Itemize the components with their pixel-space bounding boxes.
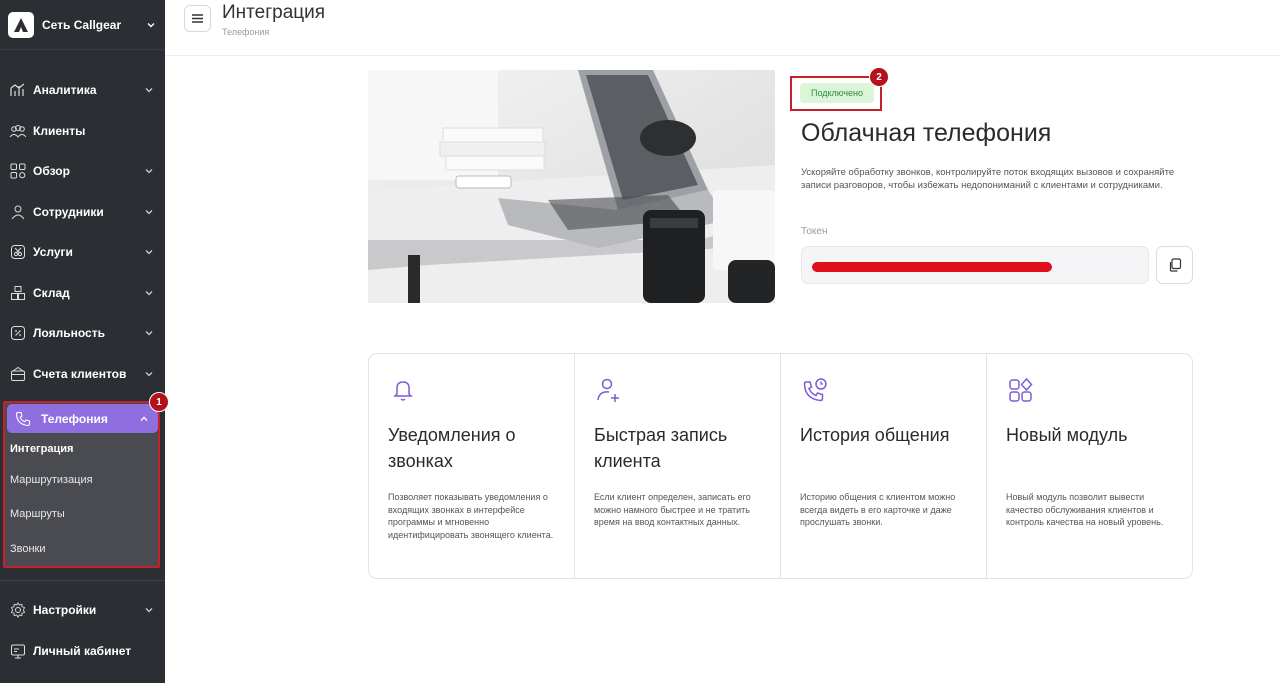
sidebar-subitem-integration[interactable]: Интеграция	[10, 443, 73, 455]
account-icon	[9, 642, 27, 660]
sidebar-item-label: Телефония	[41, 411, 108, 426]
sidebar-item-analytics[interactable]: Аналитика	[0, 70, 165, 111]
sidebar-item-services[interactable]: Услуги	[0, 232, 165, 273]
sidebar-divider	[0, 580, 165, 581]
employees-icon	[9, 203, 27, 221]
annotation-badge: 2	[869, 67, 889, 87]
sidebar: Сеть Callgear Аналитика Клиенты Обзор Со…	[0, 0, 169, 683]
sidebar-item-clients[interactable]: Клиенты	[0, 111, 165, 152]
sidebar-nav: Аналитика Клиенты Обзор Сотрудники Услуг…	[0, 50, 165, 394]
sidebar-subitem-calls[interactable]: Звонки	[10, 543, 46, 555]
token-label: Токен	[801, 226, 828, 237]
breadcrumb[interactable]: Телефония	[222, 27, 269, 37]
phone-icon	[15, 410, 33, 428]
sidebar-item-label: Обзор	[33, 164, 70, 179]
services-icon	[9, 243, 27, 261]
header-divider	[165, 55, 1280, 56]
brand-switcher[interactable]: Сеть Callgear	[0, 0, 165, 50]
hamburger-icon	[192, 14, 203, 23]
token-redaction	[812, 262, 1052, 272]
sidebar-item-label: Счета клиентов	[33, 366, 127, 381]
chevron-down-icon	[143, 368, 155, 380]
features-panel: Уведомления о звонках Позволяет показыва…	[368, 353, 1193, 579]
sidebar-item-label: Аналитика	[33, 83, 97, 98]
sidebar-item-label: Услуги	[33, 245, 73, 260]
copy-token-button[interactable]	[1156, 246, 1193, 284]
chevron-down-icon	[145, 19, 157, 31]
feature-card: Уведомления о звонках Позволяет показыва…	[369, 354, 575, 578]
sidebar-item-label: Настройки	[33, 603, 97, 618]
feature-card: Быстрая запись клиента Если клиент опред…	[575, 354, 781, 578]
sidebar-item-telephony[interactable]: Телефония	[7, 404, 158, 433]
sidebar-item-label: Личный кабинет	[33, 644, 132, 659]
feature-card: История общения Историю общения с клиент…	[781, 354, 987, 578]
sidebar-item-label: Лояльность	[33, 326, 105, 341]
chevron-down-icon	[143, 604, 155, 616]
sidebar-subitem-routing[interactable]: Маршрутизация	[10, 474, 93, 486]
feature-description: Если клиент определен, записать его можн…	[594, 492, 751, 527]
warehouse-icon	[9, 284, 27, 302]
overview-icon	[9, 162, 27, 180]
sidebar-item-settings[interactable]: Настройки	[0, 590, 165, 631]
sidebar-item-client-accounts[interactable]: Счета клиентов	[0, 354, 165, 395]
brand-name: Сеть Callgear	[42, 17, 122, 32]
status-badge: Подключено	[800, 83, 874, 103]
logo-icon	[8, 11, 34, 38]
chevron-down-icon	[143, 287, 155, 299]
analytics-icon	[9, 81, 27, 99]
client-accounts-icon	[9, 365, 27, 383]
clients-icon	[9, 122, 27, 140]
chevron-down-icon	[143, 327, 155, 339]
loyalty-icon	[9, 324, 27, 342]
chevron-down-icon	[143, 165, 155, 177]
sidebar-item-overview[interactable]: Обзор	[0, 151, 165, 192]
integration-hero-image	[368, 70, 775, 303]
sidebar-item-employees[interactable]: Сотрудники	[0, 192, 165, 233]
bell-icon	[389, 376, 417, 404]
chevron-up-icon	[138, 413, 150, 425]
sidebar-item-label: Сотрудники	[33, 204, 104, 219]
integration-description: Ускоряйте обработку звонков, контролируй…	[801, 167, 1175, 191]
annotation-badge: 1	[149, 392, 169, 412]
sidebar-item-warehouse[interactable]: Склад	[0, 273, 165, 314]
sidebar-item-label: Клиенты	[33, 123, 86, 138]
feature-card: Новый модуль Новый модуль позволит вывес…	[987, 354, 1192, 578]
sidebar-item-account[interactable]: Личный кабинет	[0, 631, 165, 672]
feature-description: Новый модуль позволит вывести качество о…	[1006, 492, 1164, 527]
feature-title: Быстрая запись клиента	[594, 425, 728, 471]
settings-icon	[9, 601, 27, 619]
sidebar-group-telephony: Телефония Интеграция Маршрутизация Маршр…	[3, 401, 160, 568]
feature-title: Новый модуль	[1006, 425, 1128, 445]
sidebar-subitem-routes[interactable]: Маршруты	[10, 508, 65, 520]
feature-description: Историю общения с клиентом можно всегда …	[800, 492, 956, 527]
call-history-icon	[801, 376, 829, 404]
chevron-down-icon	[143, 206, 155, 218]
chevron-down-icon	[143, 246, 155, 258]
feature-title: История общения	[800, 425, 950, 445]
integration-title: Облачная телефония	[801, 119, 1052, 147]
feature-title: Уведомления о звонках	[388, 425, 516, 471]
feature-description: Позволяет показывать уведомления о входя…	[388, 492, 554, 540]
menu-toggle-button[interactable]	[184, 5, 211, 32]
copy-icon	[1169, 258, 1181, 272]
chevron-down-icon	[143, 84, 155, 96]
token-field[interactable]	[801, 246, 1149, 284]
page-title: Интеграция	[222, 2, 326, 23]
sidebar-item-label: Склад	[33, 285, 70, 300]
modules-icon	[1007, 376, 1035, 404]
sidebar-item-loyalty[interactable]: Лояльность	[0, 313, 165, 354]
add-user-icon	[595, 376, 623, 404]
